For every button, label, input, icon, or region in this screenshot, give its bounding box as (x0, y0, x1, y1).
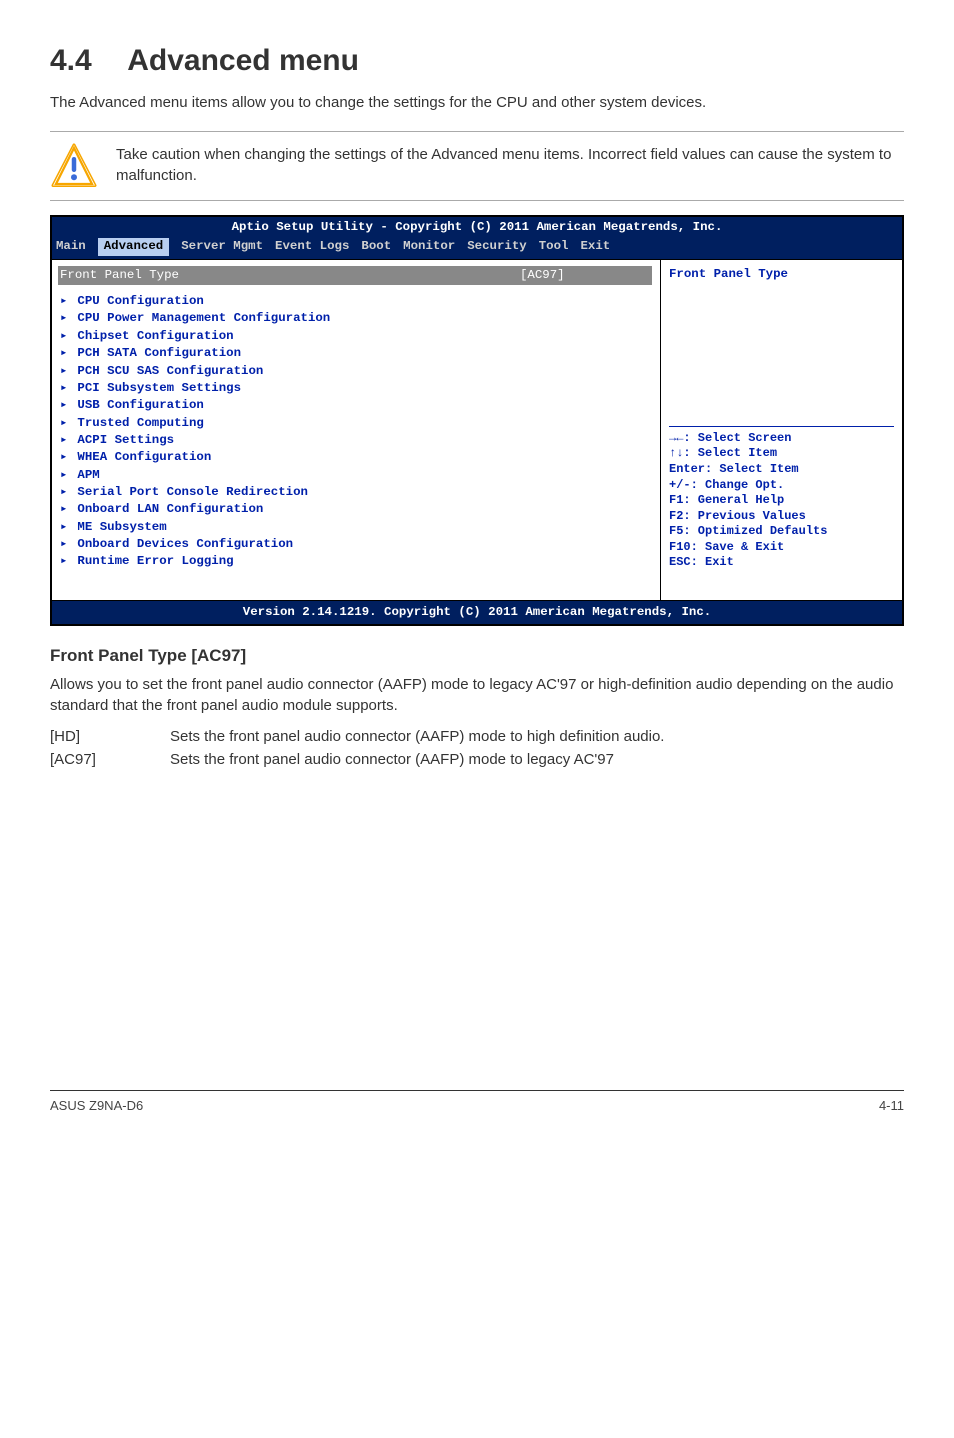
triangle-icon: ▸ (60, 519, 70, 536)
bios-item: ▸ PCI Subsystem Settings (58, 380, 652, 397)
bios-item: ▸ APM (58, 467, 652, 484)
bios-help-line: F1: General Help (669, 493, 894, 509)
bios-help-line: →←: Select Screen (669, 431, 894, 447)
bios-screenshot: Aptio Setup Utility - Copyright (C) 2011… (50, 215, 904, 626)
caution-icon (50, 142, 98, 190)
front-panel-heading: Front Panel Type [AC97] (50, 644, 904, 668)
bios-selected-label: Front Panel Type (60, 267, 520, 284)
bios-item: ▸ USB Configuration (58, 397, 652, 414)
bios-right-pane: Front Panel Type →←: Select Screen↑↓: Se… (660, 260, 902, 600)
triangle-icon: ▸ (60, 380, 70, 397)
bios-help-line: Enter: Select Item (669, 462, 894, 478)
triangle-icon: ▸ (60, 501, 70, 518)
triangle-icon: ▸ (60, 553, 70, 570)
bios-help-line: +/-: Change Opt. (669, 478, 894, 494)
triangle-icon: ▸ (60, 397, 70, 414)
bios-item: ▸ PCH SCU SAS Configuration (58, 363, 652, 380)
bios-item: ▸ CPU Power Management Configuration (58, 310, 652, 327)
bios-item-label: ACPI Settings (70, 433, 174, 447)
bios-item: ▸ Serial Port Console Redirection (58, 484, 652, 501)
triangle-icon: ▸ (60, 310, 70, 327)
divider (50, 200, 904, 201)
bios-menu-security: Security (467, 238, 527, 255)
front-panel-body: Allows you to set the front panel audio … (50, 674, 904, 716)
option-row: [HD]Sets the front panel audio connector… (50, 726, 904, 747)
bios-menu-advanced: Advanced (98, 238, 170, 255)
bios-item-label: ME Subsystem (70, 520, 167, 534)
bios-item-label: CPU Configuration (70, 294, 204, 308)
bios-menubar: Main Advanced Server Mgmt Event Logs Boot Mon… (52, 236, 902, 258)
triangle-icon: ▸ (60, 467, 70, 484)
triangle-icon: ▸ (60, 536, 70, 553)
bios-item: ▸ ME Subsystem (58, 519, 652, 536)
bios-item: ▸ CPU Configuration (58, 293, 652, 310)
bios-menu-monitor: Monitor (403, 238, 455, 255)
bios-menu-exit: Exit (580, 238, 610, 255)
bios-menu-event-logs: Event Logs (275, 238, 349, 255)
bios-item: ▸ Chipset Configuration (58, 328, 652, 345)
option-value: Sets the front panel audio connector (AA… (170, 749, 904, 770)
triangle-icon: ▸ (60, 293, 70, 310)
bios-help-keys: →←: Select Screen↑↓: Select ItemEnter: S… (669, 431, 894, 571)
bios-item: ▸ WHEA Configuration (58, 449, 652, 466)
bios-right-title: Front Panel Type (669, 266, 894, 426)
bios-item-label: Trusted Computing (70, 416, 204, 430)
bios-menu-main: Main (56, 238, 86, 255)
bios-item-label: Onboard Devices Configuration (70, 537, 293, 551)
bios-title: Aptio Setup Utility - Copyright (C) 2011… (52, 217, 902, 236)
bios-help-line: ↑↓: Select Item (669, 446, 894, 462)
bios-item-label: CPU Power Management Configuration (70, 311, 330, 325)
triangle-icon: ▸ (60, 432, 70, 449)
bios-item: ▸ Trusted Computing (58, 415, 652, 432)
option-row: [AC97]Sets the front panel audio connect… (50, 749, 904, 770)
bios-help-line: ESC: Exit (669, 555, 894, 571)
option-value: Sets the front panel audio connector (AA… (170, 726, 904, 747)
bios-item-label: PCH SATA Configuration (70, 346, 241, 360)
page-heading: 4.4 Advanced menu (50, 40, 904, 82)
bios-item: ▸ PCH SATA Configuration (58, 345, 652, 362)
bios-item-label: USB Configuration (70, 398, 204, 412)
triangle-icon: ▸ (60, 363, 70, 380)
bios-selected-row: Front Panel Type [AC97] (58, 266, 652, 285)
bios-item-label: Chipset Configuration (70, 329, 234, 343)
bios-item-label: APM (70, 468, 100, 482)
bios-menu-boot: Boot (361, 238, 391, 255)
heading-title: Advanced menu (127, 44, 359, 77)
bios-item-label: Runtime Error Logging (70, 554, 234, 568)
triangle-icon: ▸ (60, 345, 70, 362)
bios-menu-tool: Tool (539, 238, 569, 255)
triangle-icon: ▸ (60, 449, 70, 466)
triangle-icon: ▸ (60, 415, 70, 432)
bios-item-label: Onboard LAN Configuration (70, 502, 263, 516)
option-key: [HD] (50, 726, 170, 747)
bios-item: ▸ ACPI Settings (58, 432, 652, 449)
page-footer: ASUS Z9NA-D6 4-11 (50, 1090, 904, 1115)
bios-help-line: F2: Previous Values (669, 509, 894, 525)
bios-footer: Version 2.14.1219. Copyright (C) 2011 Am… (52, 600, 902, 624)
bios-item-label: PCI Subsystem Settings (70, 381, 241, 395)
heading-number: 4.4 (50, 40, 120, 82)
bios-item: ▸ Runtime Error Logging (58, 553, 652, 570)
bios-item-label: WHEA Configuration (70, 450, 211, 464)
footer-page-number: 4-11 (879, 1097, 904, 1115)
bios-left-pane: Front Panel Type [AC97] ▸ CPU Configurat… (52, 260, 660, 600)
bios-item-label: PCH SCU SAS Configuration (70, 364, 263, 378)
footer-product: ASUS Z9NA-D6 (50, 1097, 143, 1115)
bios-item-label: Serial Port Console Redirection (70, 485, 308, 499)
warning-box: Take caution when changing the settings … (50, 132, 904, 200)
bios-selected-value: [AC97] (520, 267, 650, 284)
option-key: [AC97] (50, 749, 170, 770)
bios-item: ▸ Onboard LAN Configuration (58, 501, 652, 518)
bios-help-line: F10: Save & Exit (669, 540, 894, 556)
bios-menu-server-mgmt: Server Mgmt (181, 238, 263, 255)
triangle-icon: ▸ (60, 328, 70, 345)
bios-body: Front Panel Type [AC97] ▸ CPU Configurat… (52, 259, 902, 600)
triangle-icon: ▸ (60, 484, 70, 501)
bios-help-line: F5: Optimized Defaults (669, 524, 894, 540)
bios-item: ▸ Onboard Devices Configuration (58, 536, 652, 553)
warning-text: Take caution when changing the settings … (116, 142, 904, 186)
intro-paragraph: The Advanced menu items allow you to cha… (50, 92, 904, 113)
